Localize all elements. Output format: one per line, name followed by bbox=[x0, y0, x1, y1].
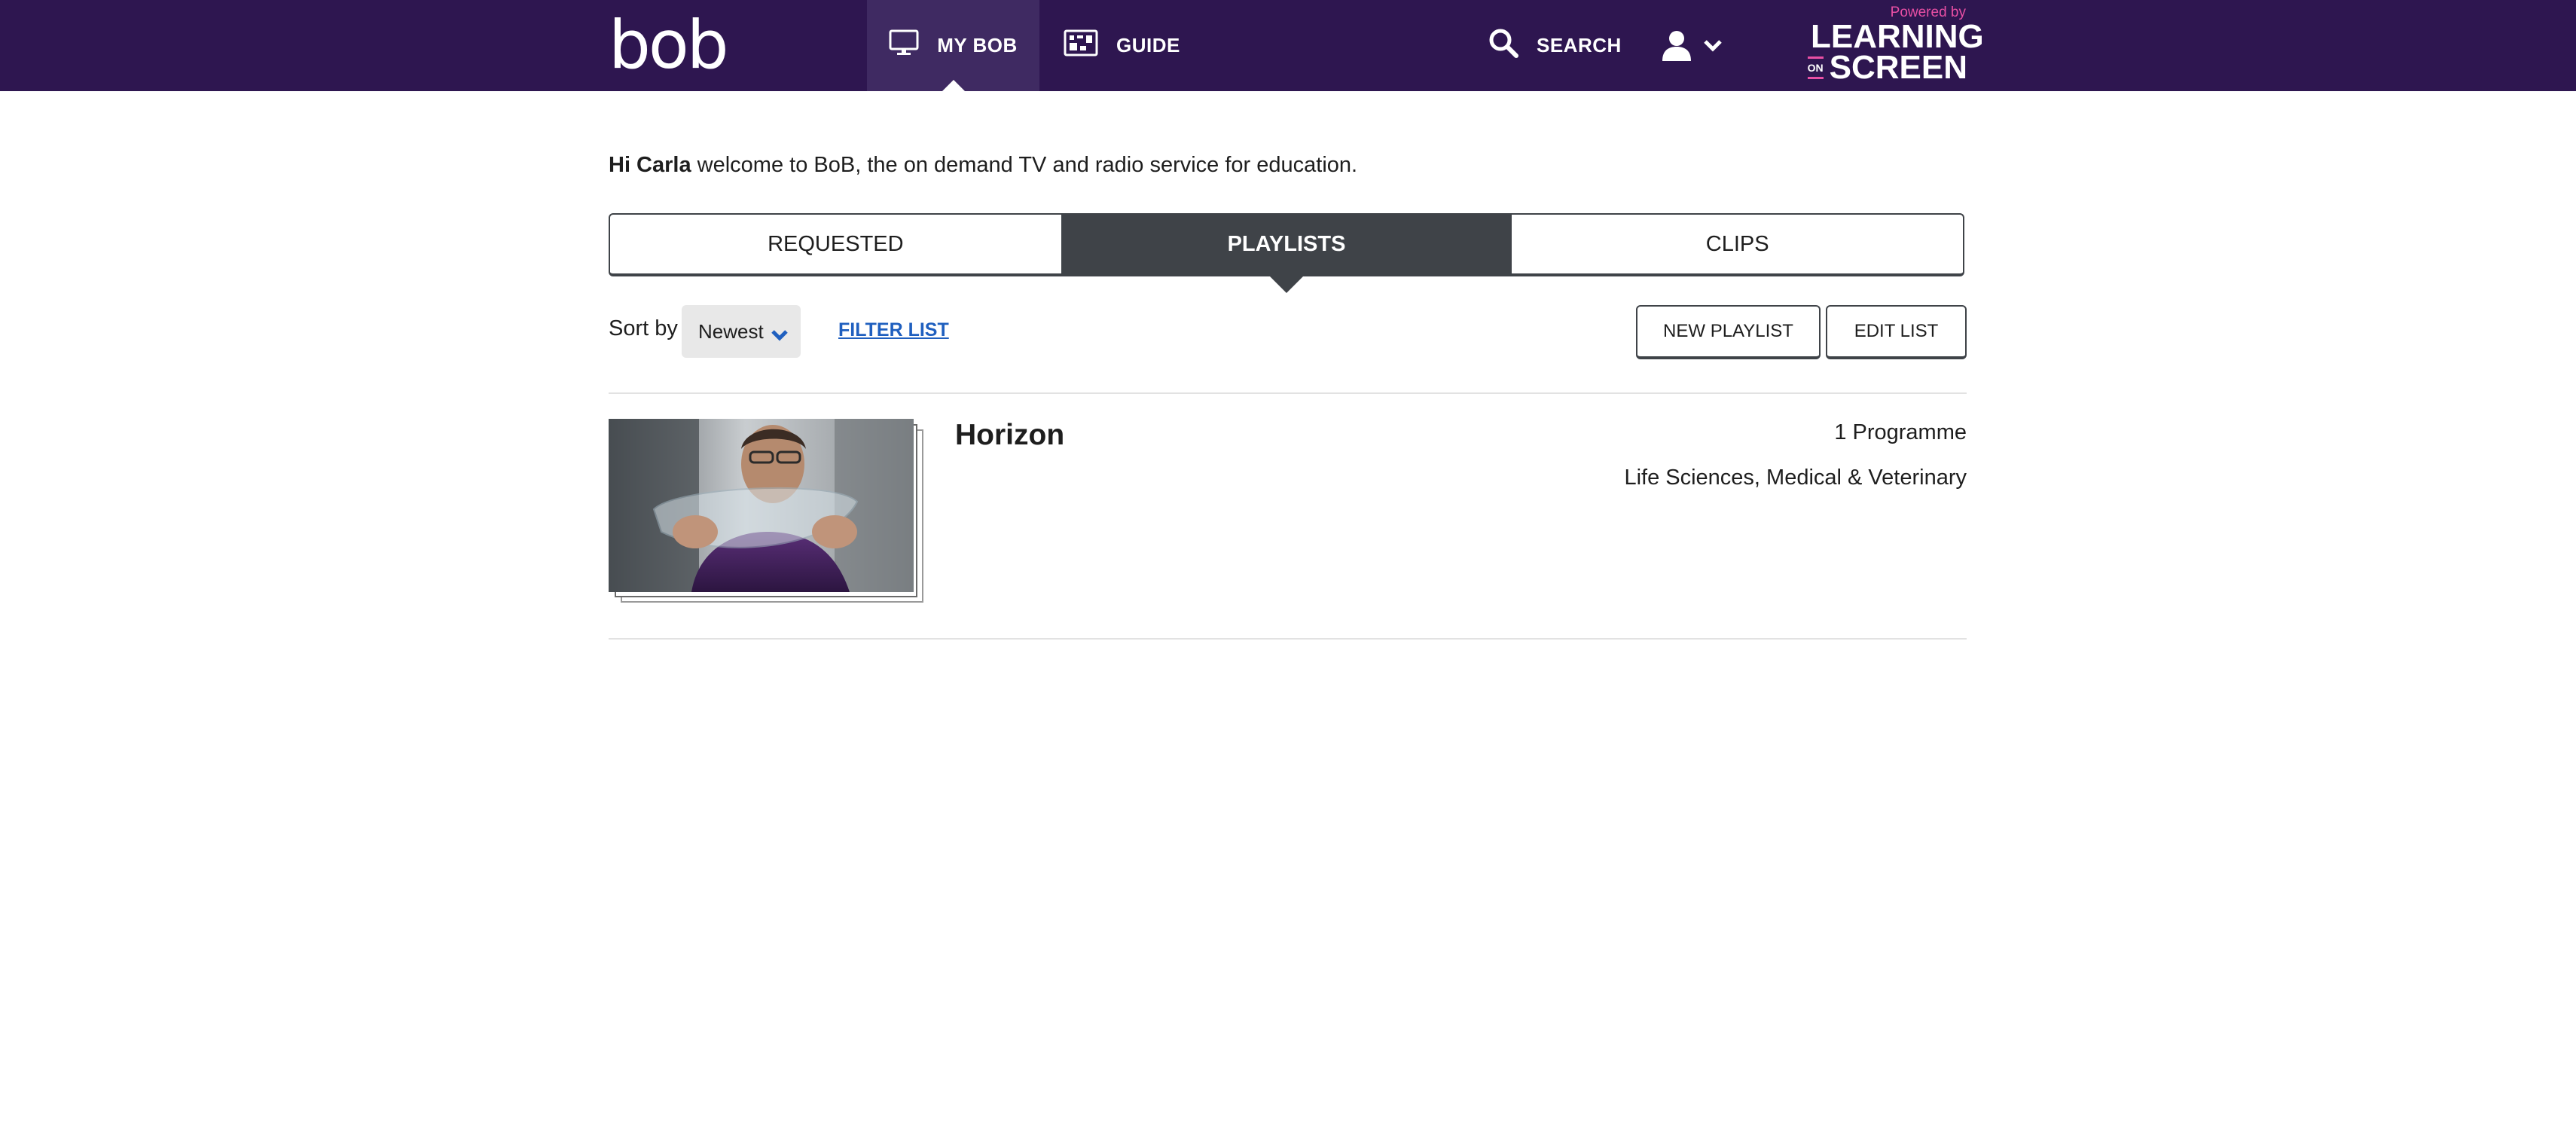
divider bbox=[609, 638, 1967, 640]
user-icon bbox=[1661, 29, 1692, 65]
monitor-icon bbox=[889, 29, 919, 62]
edit-list-button[interactable]: EDIT LIST bbox=[1826, 305, 1967, 359]
search-icon bbox=[1488, 28, 1518, 63]
tab-playlists-label: PLAYLISTS bbox=[1227, 231, 1346, 256]
active-nav-indicator bbox=[941, 80, 966, 92]
divider bbox=[609, 392, 1967, 394]
active-tab-indicator bbox=[1270, 276, 1303, 293]
los-logo-on: ON bbox=[1807, 56, 1824, 79]
welcome-message: Hi Carla welcome to BoB, the on demand T… bbox=[609, 153, 1357, 178]
nav-my-bob-label: MY BOB bbox=[937, 34, 1018, 56]
tab-clips[interactable]: CLIPS bbox=[1512, 215, 1963, 273]
guide-grid-icon bbox=[1064, 29, 1098, 62]
playlist-title[interactable]: Horizon bbox=[955, 419, 1064, 452]
welcome-name: Hi Carla bbox=[609, 153, 691, 177]
chevron-down-icon bbox=[771, 323, 789, 347]
user-menu[interactable] bbox=[1661, 30, 1723, 63]
nav-guide[interactable]: GUIDE bbox=[1064, 0, 1180, 91]
new-playlist-button[interactable]: NEW PLAYLIST bbox=[1636, 305, 1821, 359]
top-navigation-bar: bob MY BOB GUIDE SEARCH Powered by LEARN… bbox=[0, 0, 2576, 92]
sort-selected-value: Newest bbox=[698, 319, 764, 343]
nav-guide-label: GUIDE bbox=[1116, 34, 1180, 56]
sort-dropdown[interactable]: Newest bbox=[682, 305, 801, 358]
los-logo-line1: LEARNING bbox=[1811, 18, 1984, 55]
los-logo-screen: SCREEN bbox=[1829, 49, 1967, 86]
welcome-text: welcome to BoB, the on demand TV and rad… bbox=[691, 153, 1358, 177]
chevron-down-icon bbox=[1703, 38, 1723, 56]
filter-list-link[interactable]: FILTER LIST bbox=[838, 319, 949, 341]
tab-requested[interactable]: REQUESTED bbox=[610, 215, 1061, 273]
nav-search[interactable]: SEARCH bbox=[1488, 0, 1622, 91]
tab-playlists[interactable]: PLAYLISTS bbox=[1061, 215, 1512, 293]
playlist-programme-count: 1 Programme bbox=[1834, 420, 1967, 444]
nav-my-bob[interactable]: MY BOB bbox=[867, 0, 1039, 92]
learning-on-screen-logo[interactable]: Powered by LEARNING ON SCREEN bbox=[1807, 5, 1984, 87]
los-logo-line2: ON SCREEN bbox=[1807, 49, 1967, 86]
nav-search-label: SEARCH bbox=[1537, 34, 1622, 56]
playlist-subject: Life Sciences, Medical & Veterinary bbox=[1624, 466, 1967, 490]
list-tabs: REQUESTED PLAYLISTS CLIPS bbox=[609, 213, 1964, 293]
sort-label: Sort by bbox=[609, 316, 678, 340]
playlist-thumbnail-image bbox=[609, 419, 914, 592]
bob-logo[interactable]: bob bbox=[609, 12, 729, 78]
playlist-thumbnail[interactable] bbox=[609, 419, 923, 603]
